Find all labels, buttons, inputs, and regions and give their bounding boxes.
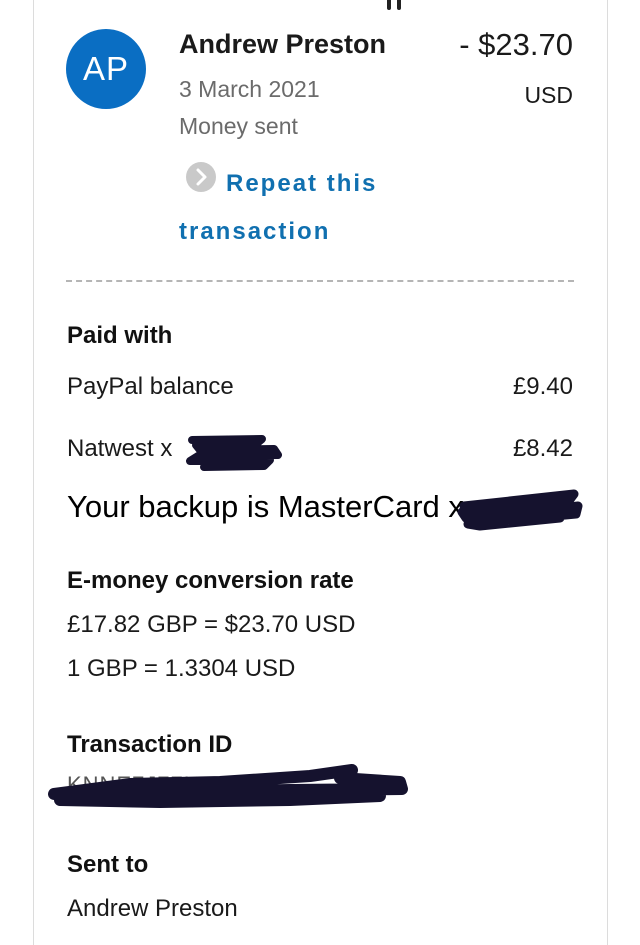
sent-to-title: Sent to <box>67 851 149 878</box>
transaction-date: 3 March 2021 <box>179 76 320 102</box>
transaction-status: Money sent <box>179 113 298 139</box>
redaction-scribble <box>186 435 282 471</box>
redaction-scribble <box>48 764 408 808</box>
top-edge-mark <box>385 0 403 12</box>
transaction-details-page: AP Andrew Preston - $23.70 USD 3 March 2… <box>0 0 640 945</box>
backup-card-note: Your backup is MasterCard x <box>67 489 464 524</box>
payment-source-amount: £9.40 <box>512 373 573 400</box>
conversion-amount-line: £17.82 GBP = $23.70 USD <box>67 611 356 638</box>
sent-to-name: Andrew Preston <box>67 895 238 922</box>
avatar-initials: AP <box>82 50 130 87</box>
transaction-id-title: Transaction ID <box>67 731 233 758</box>
recipient-name: Andrew Preston <box>179 29 387 59</box>
avatar: AP <box>66 29 146 109</box>
amount-currency: USD <box>524 82 573 108</box>
payment-source-amount: £8.42 <box>512 435 573 462</box>
section-divider <box>66 280 574 282</box>
payment-source-label: Natwest x <box>67 435 173 462</box>
redaction-scribble <box>457 489 583 531</box>
repeat-transaction-link[interactable]: Repeat this transaction <box>179 160 409 256</box>
payment-source-label: PayPal balance <box>67 373 234 400</box>
paid-with-title: Paid with <box>67 322 173 349</box>
conversion-rate-title: E-money conversion rate <box>67 567 354 594</box>
transaction-amount: - $23.70 <box>459 27 573 62</box>
conversion-rate-line: 1 GBP = 1.3304 USD <box>67 655 296 682</box>
